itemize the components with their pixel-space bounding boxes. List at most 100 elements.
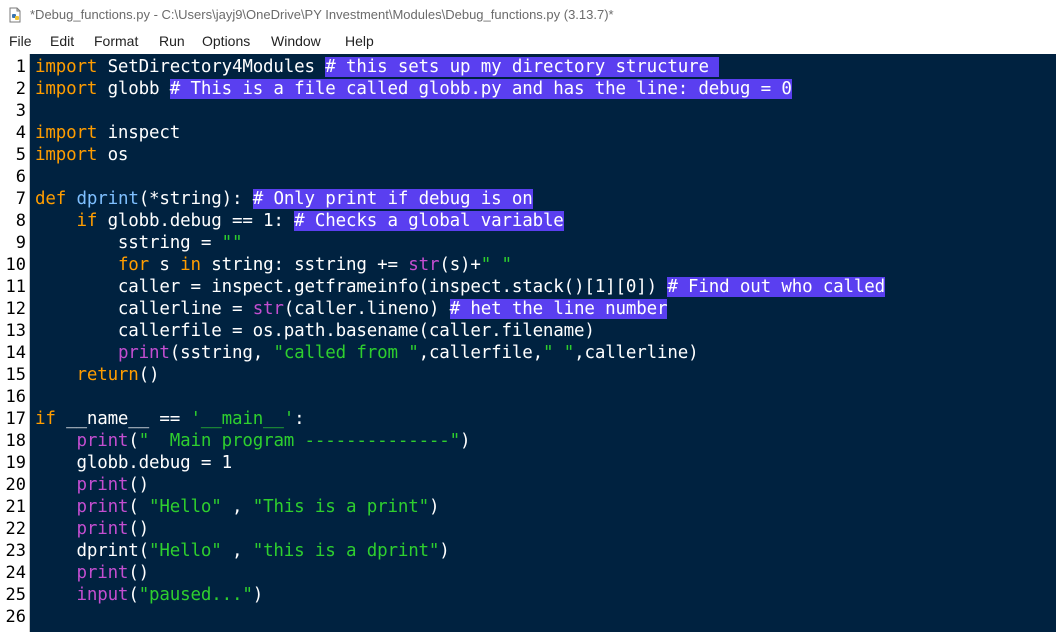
string-token: " " bbox=[542, 343, 575, 363]
code-line[interactable]: def dprint(*string): # Only print if deb… bbox=[35, 188, 533, 210]
code-token: sstring = bbox=[35, 233, 222, 253]
code-line[interactable]: import os bbox=[35, 144, 128, 166]
keyword-token: import bbox=[35, 123, 98, 143]
code-token: ,callerfile, bbox=[418, 343, 544, 363]
code-token: os bbox=[97, 145, 129, 165]
code-line[interactable]: print() bbox=[35, 518, 149, 540]
builtin-token: input bbox=[76, 585, 129, 605]
code-token: (s)+ bbox=[439, 255, 481, 275]
code-line[interactable]: import SetDirectory4Modules # this sets … bbox=[35, 56, 720, 78]
builtin-token: print bbox=[76, 475, 129, 495]
code-token: () bbox=[128, 475, 150, 495]
menu-format[interactable]: Format bbox=[94, 33, 138, 49]
code-token: ( bbox=[128, 585, 139, 605]
menu-file[interactable]: File bbox=[9, 33, 32, 49]
code-line[interactable]: sstring = "" bbox=[35, 232, 243, 254]
builtin-token: print bbox=[76, 519, 129, 539]
comment-token: # Checks a global variable bbox=[294, 211, 564, 231]
code-token: globb.debug == 1: bbox=[97, 211, 295, 231]
line-number: 14 bbox=[5, 343, 26, 363]
code-line[interactable]: if globb.debug == 1: # Checks a global v… bbox=[35, 210, 564, 232]
code-line[interactable]: for s in string: sstring += str(s)+" " bbox=[35, 254, 512, 276]
keyword-token: import bbox=[35, 57, 98, 77]
line-number: 24 bbox=[5, 563, 26, 583]
string-token: "called from " bbox=[273, 343, 419, 363]
builtin-token: str bbox=[408, 255, 440, 275]
string-token: "This is a print" bbox=[252, 497, 429, 517]
comment-token: # This is a file called globb.py and has… bbox=[169, 79, 792, 99]
code-token: dprint( bbox=[35, 541, 150, 561]
code-token: __name__ == bbox=[55, 409, 191, 429]
code-token: globb.debug = 1 bbox=[35, 453, 232, 473]
code-line[interactable]: print() bbox=[35, 474, 149, 496]
code-token: ) bbox=[460, 431, 471, 451]
code-token: () bbox=[128, 563, 150, 583]
code-line[interactable]: print( "Hello" , "This is a print") bbox=[35, 496, 439, 518]
code-token: ) bbox=[428, 497, 440, 517]
menu-run[interactable]: Run bbox=[159, 33, 185, 49]
menu-window[interactable]: Window bbox=[271, 33, 321, 49]
code-line[interactable]: import inspect bbox=[35, 122, 180, 144]
code-line[interactable]: dprint("Hello" , "this is a dprint") bbox=[35, 540, 449, 562]
keyword-token: import bbox=[35, 145, 98, 165]
code-editor[interactable]: import SetDirectory4Modules # this sets … bbox=[30, 54, 1056, 632]
line-number: 16 bbox=[5, 387, 26, 407]
code-token: caller = inspect.getframeinfo(inspect.st… bbox=[35, 277, 668, 297]
keyword-token: def bbox=[35, 189, 67, 209]
comment-token: # Only print if debug is on bbox=[252, 189, 533, 209]
code-token: (caller.lineno) bbox=[283, 299, 450, 319]
code-token: s bbox=[149, 255, 181, 275]
code-line[interactable]: callerfile = os.path.basename(caller.fil… bbox=[35, 320, 595, 342]
window-title: *Debug_functions.py - C:\Users\jayj9\One… bbox=[30, 7, 614, 22]
code-line[interactable]: caller = inspect.getframeinfo(inspect.st… bbox=[35, 276, 885, 298]
keyword-token: for bbox=[117, 255, 150, 275]
comment-token: # Find out who called bbox=[667, 277, 886, 297]
line-number: 25 bbox=[5, 585, 26, 605]
code-line[interactable]: print(" Main program --------------") bbox=[35, 430, 470, 452]
code-token: ) bbox=[252, 585, 264, 605]
code-line[interactable]: input("paused...") bbox=[35, 584, 263, 606]
builtin-token: print bbox=[76, 431, 129, 451]
code-line[interactable]: print(sstring, "called from ",callerfile… bbox=[35, 342, 699, 364]
code-token: ( bbox=[128, 431, 139, 451]
title-bar: *Debug_functions.py - C:\Users\jayj9\One… bbox=[0, 0, 1056, 30]
code-token: ( bbox=[128, 497, 150, 517]
line-number: 1 bbox=[15, 57, 26, 77]
string-token: " " bbox=[480, 255, 512, 275]
string-token: "Hello" bbox=[149, 497, 222, 517]
keyword-token: in bbox=[180, 255, 201, 275]
menu-edit[interactable]: Edit bbox=[50, 33, 74, 49]
line-number: 12 bbox=[5, 299, 26, 319]
line-number: 19 bbox=[5, 453, 26, 473]
code-token: : bbox=[294, 409, 305, 429]
code-line[interactable]: globb.debug = 1 bbox=[35, 452, 232, 474]
code-line[interactable]: callerline = str(caller.lineno) # het th… bbox=[35, 298, 668, 320]
line-number: 21 bbox=[5, 497, 26, 517]
code-token: (*string): bbox=[138, 189, 253, 209]
line-number: 10 bbox=[5, 255, 26, 275]
code-token: , bbox=[221, 497, 253, 517]
keyword-token: import bbox=[35, 79, 98, 99]
code-line[interactable]: print() bbox=[35, 562, 149, 584]
line-number-gutter: 1 2 3 4 5 6 7 8 9 10 11 12 13 14 15 16 17 18 19 20 21 22 23 24 2… bbox=[0, 54, 30, 632]
menu-help[interactable]: Help bbox=[345, 33, 374, 49]
string-token: "this is a dprint" bbox=[252, 541, 440, 561]
line-number: 7 bbox=[15, 189, 26, 209]
menu-options[interactable]: Options bbox=[202, 33, 250, 49]
code-token: SetDirectory4Modules bbox=[97, 57, 326, 77]
comment-token: # this sets up my directory structure bbox=[325, 57, 720, 77]
code-line[interactable]: import globb # This is a file called glo… bbox=[35, 78, 792, 100]
line-number: 11 bbox=[5, 277, 26, 297]
code-line[interactable]: return() bbox=[35, 364, 159, 386]
code-line[interactable]: if __name__ == '__main__': bbox=[35, 408, 305, 430]
python-file-icon bbox=[7, 7, 23, 23]
